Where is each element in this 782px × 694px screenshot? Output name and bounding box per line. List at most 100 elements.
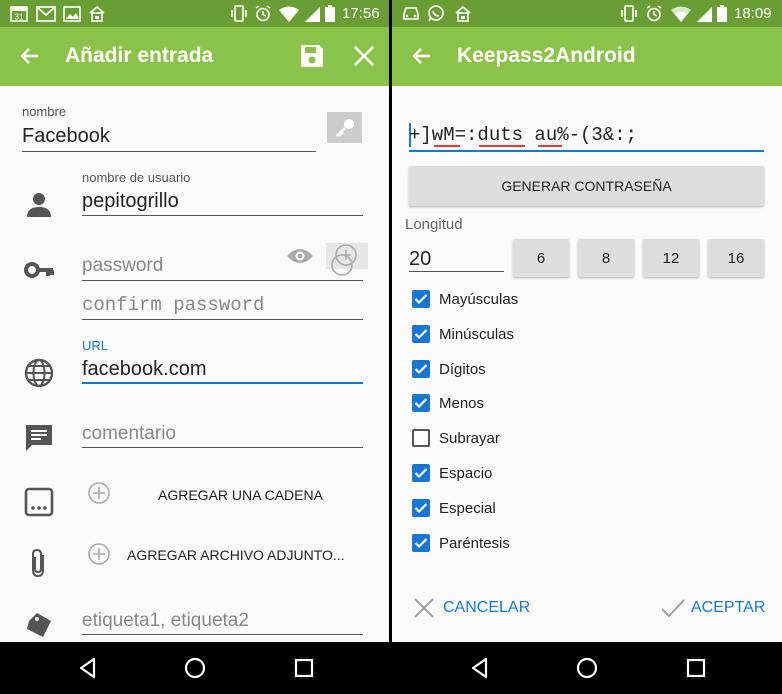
status-time: 17:56 — [342, 5, 380, 22]
lock-home-icon — [88, 5, 106, 22]
checkbox-unchecked[interactable] — [412, 429, 430, 447]
confirm-password-underline — [82, 319, 363, 320]
option-label: Minúsculas — [439, 325, 515, 343]
option-row[interactable]: Espacio — [412, 461, 492, 485]
lock-home-icon — [454, 5, 472, 22]
generated-password-input[interactable]: +]wM=:duts au%-(3&:; — [409, 124, 637, 146]
wifi-icon — [279, 5, 299, 22]
spellcheck-underline — [434, 145, 460, 147]
add-string-button[interactable]: AGREGAR UNA CADENA — [158, 487, 323, 503]
nav-back-icon[interactable] — [76, 656, 100, 680]
length-preset-6[interactable]: 6 — [513, 239, 569, 277]
app-bar: Añadir entrada — [0, 27, 389, 86]
back-arrow-icon[interactable] — [18, 44, 42, 68]
car-icon — [402, 5, 420, 22]
svg-text:31: 31 — [15, 13, 24, 22]
option-row[interactable]: Especial — [412, 496, 496, 520]
length-preset-12[interactable]: 12 — [643, 239, 699, 277]
nav-recents-icon[interactable] — [684, 656, 708, 680]
option-row[interactable]: Menos — [412, 391, 484, 415]
checkbox-checked[interactable] — [412, 464, 430, 482]
battery-icon — [717, 5, 727, 22]
length-input[interactable]: 20 — [409, 248, 431, 271]
person-icon — [23, 189, 55, 221]
battery-icon — [325, 5, 335, 22]
length-label: Longitud — [405, 216, 463, 233]
length-underline — [409, 271, 504, 272]
password-underline — [82, 280, 363, 281]
option-label: Paréntesis — [439, 534, 510, 552]
accept-button[interactable]: ACEPTAR — [660, 596, 765, 620]
name-label: nombre — [22, 104, 67, 119]
option-row[interactable]: Minúsculas — [412, 322, 514, 346]
nav-recents-icon[interactable] — [292, 656, 316, 680]
spellcheck-underline — [538, 145, 562, 147]
page-title: Keepass2Android — [457, 44, 636, 67]
url-underline — [82, 382, 363, 384]
add-circle-icon — [331, 244, 357, 276]
option-row[interactable]: Mayúsculas — [412, 287, 518, 311]
accept-label: ACEPTAR — [691, 599, 766, 616]
eye-icon[interactable] — [286, 245, 314, 267]
checkmark-icon — [414, 538, 428, 549]
password-options-button[interactable] — [326, 243, 368, 276]
save-icon[interactable] — [299, 43, 325, 69]
option-row[interactable]: Paréntesis — [412, 531, 510, 555]
option-row[interactable]: Subrayar — [412, 426, 500, 450]
checkbox-checked[interactable] — [412, 290, 430, 308]
url-input[interactable]: facebook.com — [82, 358, 207, 381]
confirm-password-input[interactable]: confirm password — [82, 294, 264, 316]
username-input[interactable]: pepitogrillo — [82, 190, 179, 213]
length-preset-8[interactable]: 8 — [578, 239, 634, 277]
length-preset-16[interactable]: 16 — [708, 239, 764, 277]
navigation-bar — [392, 642, 782, 694]
checkbox-checked[interactable] — [412, 360, 430, 378]
checkbox-checked[interactable] — [412, 325, 430, 343]
checkmark-icon — [414, 294, 428, 305]
option-label: Especial — [439, 499, 496, 517]
password-underline — [409, 150, 764, 152]
nav-back-icon[interactable] — [468, 656, 492, 680]
generate-password-button[interactable]: GENERAR CONTRASEÑA — [409, 166, 764, 206]
cancel-x-icon — [414, 598, 434, 618]
back-arrow-icon[interactable] — [410, 44, 434, 68]
app-bar: Keepass2Android — [392, 27, 782, 86]
add-attachment-button[interactable]: AGREGAR ARCHIVO ADJUNTO... — [127, 547, 345, 563]
checkbox-checked[interactable] — [412, 394, 430, 412]
password-key-icon — [23, 255, 55, 287]
checkbox-checked[interactable] — [412, 534, 430, 552]
checkmark-icon — [414, 468, 428, 479]
nav-home-icon[interactable] — [183, 656, 207, 680]
option-row[interactable]: Dígitos — [412, 357, 486, 381]
calendar-icon: 31 — [10, 5, 28, 22]
comment-underline — [82, 447, 363, 448]
cancel-button[interactable]: CANCELAR — [412, 596, 530, 620]
add-entry-screen: 31 17:56 Añadir entrada nombre Facebook … — [0, 0, 389, 694]
vibrate-icon — [620, 5, 638, 22]
checkbox-checked[interactable] — [412, 499, 430, 517]
nav-home-icon[interactable] — [575, 656, 599, 680]
comment-input[interactable]: comentario — [82, 423, 176, 445]
image-icon — [63, 5, 81, 22]
add-string-plus-icon[interactable] — [87, 481, 111, 505]
key-icon — [335, 118, 354, 137]
add-attachment-plus-icon[interactable] — [87, 542, 111, 566]
status-time: 18:09 — [734, 5, 772, 22]
option-label: Menos — [439, 394, 485, 412]
username-label: nombre de usuario — [82, 170, 191, 185]
option-label: Espacio — [439, 464, 493, 482]
name-underline — [22, 151, 316, 152]
checkmark-icon — [414, 398, 428, 409]
extra-string-icon — [23, 486, 55, 518]
name-input[interactable]: Facebook — [22, 125, 110, 148]
signal-icon — [696, 5, 713, 22]
tags-input[interactable]: etiqueta1, etiqueta2 — [82, 610, 249, 632]
checkmark-icon — [414, 329, 428, 340]
alarm-icon — [254, 5, 272, 22]
close-icon[interactable] — [352, 44, 376, 68]
tag-icon — [23, 609, 55, 641]
password-generator-screen: 18:09 Keepass2Android +]wM=:duts au%-(3&… — [392, 0, 782, 694]
option-label: Dígitos — [439, 360, 486, 378]
key-generate-button[interactable] — [327, 112, 362, 143]
password-input[interactable]: password — [82, 255, 163, 277]
